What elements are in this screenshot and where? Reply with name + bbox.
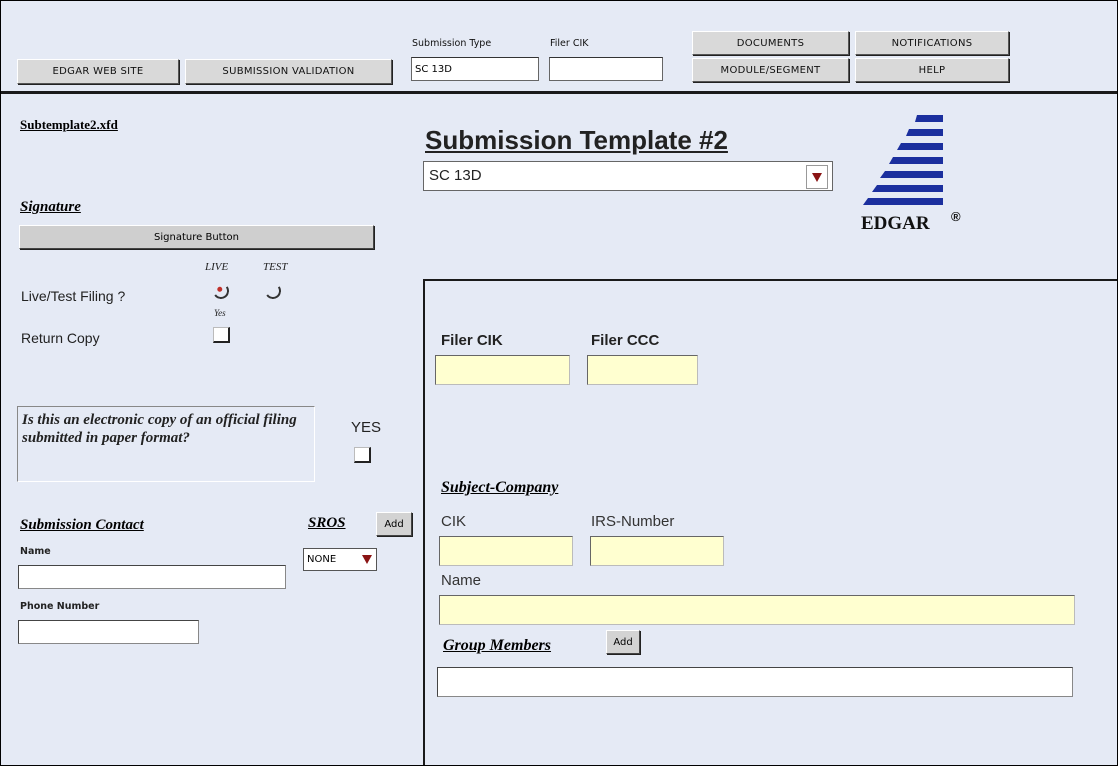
return-copy-label: Return Copy: [21, 330, 100, 346]
yes-small-label: Yes: [214, 308, 226, 318]
dropdown-arrow-icon: [812, 173, 822, 182]
submission-type-select[interactable]: SC 13D: [423, 161, 833, 191]
subject-name-field[interactable]: [439, 595, 1075, 625]
module-segment-button[interactable]: MODULE/SEGMENT: [692, 58, 849, 82]
filer-cik-input[interactable]: [549, 57, 663, 81]
contact-phone-label: Phone Number: [20, 601, 100, 612]
live-radio[interactable]: [211, 281, 231, 301]
edgar-submission-window: EDGAR WEB SITE SUBMISSION VALIDATION Sub…: [0, 0, 1118, 766]
irs-number-label: IRS-Number: [591, 513, 675, 530]
test-radio[interactable]: [263, 281, 283, 301]
filer-ccc-field[interactable]: [587, 355, 698, 385]
subject-name-label: Name: [441, 572, 482, 589]
sros-select-value: NONE: [307, 554, 337, 565]
subject-cik-label: CIK: [441, 513, 467, 530]
submission-validation-button[interactable]: SUBMISSION VALIDATION: [185, 59, 392, 84]
notifications-button[interactable]: NOTIFICATIONS: [855, 31, 1009, 55]
subject-cik-field[interactable]: [439, 536, 573, 566]
toolbar: EDGAR WEB SITE SUBMISSION VALIDATION Sub…: [1, 1, 1117, 94]
signature-title: Signature: [20, 199, 81, 215]
submission-type-label: Submission Type: [412, 38, 492, 49]
filer-cik-field[interactable]: [435, 355, 570, 385]
edgar-logo-stripes-icon: [863, 115, 943, 205]
electronic-copy-question-box: Is this an electronic copy of an officia…: [17, 406, 315, 482]
subject-company-title: Subject-Company: [441, 479, 559, 496]
sros-select[interactable]: NONE: [303, 548, 377, 571]
edgar-logo-text: EDGAR: [861, 213, 930, 234]
filer-cik-field-label: Filer CIK: [441, 332, 503, 349]
registered-mark-icon: ®: [951, 209, 961, 224]
contact-phone-input[interactable]: [18, 620, 199, 644]
sros-title: SROS: [308, 515, 346, 531]
test-label: TEST: [263, 261, 288, 273]
edgar-web-site-button[interactable]: EDGAR WEB SITE: [17, 59, 179, 84]
sros-add-button[interactable]: Add: [376, 512, 412, 536]
group-members-title: Group Members: [443, 637, 552, 654]
group-members-field[interactable]: [437, 667, 1073, 697]
contact-name-label: Name: [20, 546, 51, 557]
return-copy-checkbox[interactable]: [213, 327, 230, 343]
documents-button[interactable]: DOCUMENTS: [692, 31, 849, 55]
sros-dropdown-arrow-icon: [362, 555, 372, 564]
page-title: Submission Template #2: [425, 125, 728, 155]
live-radio-selected-dot: [216, 286, 223, 293]
electronic-copy-yes-label: YES: [351, 419, 382, 436]
irs-number-field[interactable]: [590, 536, 724, 566]
electronic-copy-question: Is this an electronic copy of an officia…: [22, 412, 297, 446]
submission-type-select-value: SC 13D: [429, 167, 482, 184]
filer-cik-label: Filer CIK: [550, 38, 589, 49]
signature-button[interactable]: Signature Button: [19, 225, 374, 249]
contact-name-input[interactable]: [18, 565, 286, 589]
help-button[interactable]: HELP: [855, 58, 1009, 82]
submission-contact-title: Submission Contact: [20, 517, 144, 533]
edgar-logo: EDGAR ®: [857, 109, 987, 249]
submission-type-input[interactable]: [411, 57, 539, 81]
right-form-panel: Filer CIK Filer CCC Subject-Company CIK …: [423, 279, 1117, 765]
live-label: LIVE: [205, 261, 229, 273]
template-file-link[interactable]: Subtemplate2.xfd: [20, 117, 118, 133]
live-test-filing-label: Live/Test Filing ?: [21, 288, 126, 304]
electronic-copy-checkbox[interactable]: [354, 447, 371, 463]
filer-ccc-field-label: Filer CCC: [591, 332, 660, 349]
submission-type-dropdown-button[interactable]: [806, 165, 828, 189]
group-members-add-button[interactable]: Add: [606, 630, 640, 654]
